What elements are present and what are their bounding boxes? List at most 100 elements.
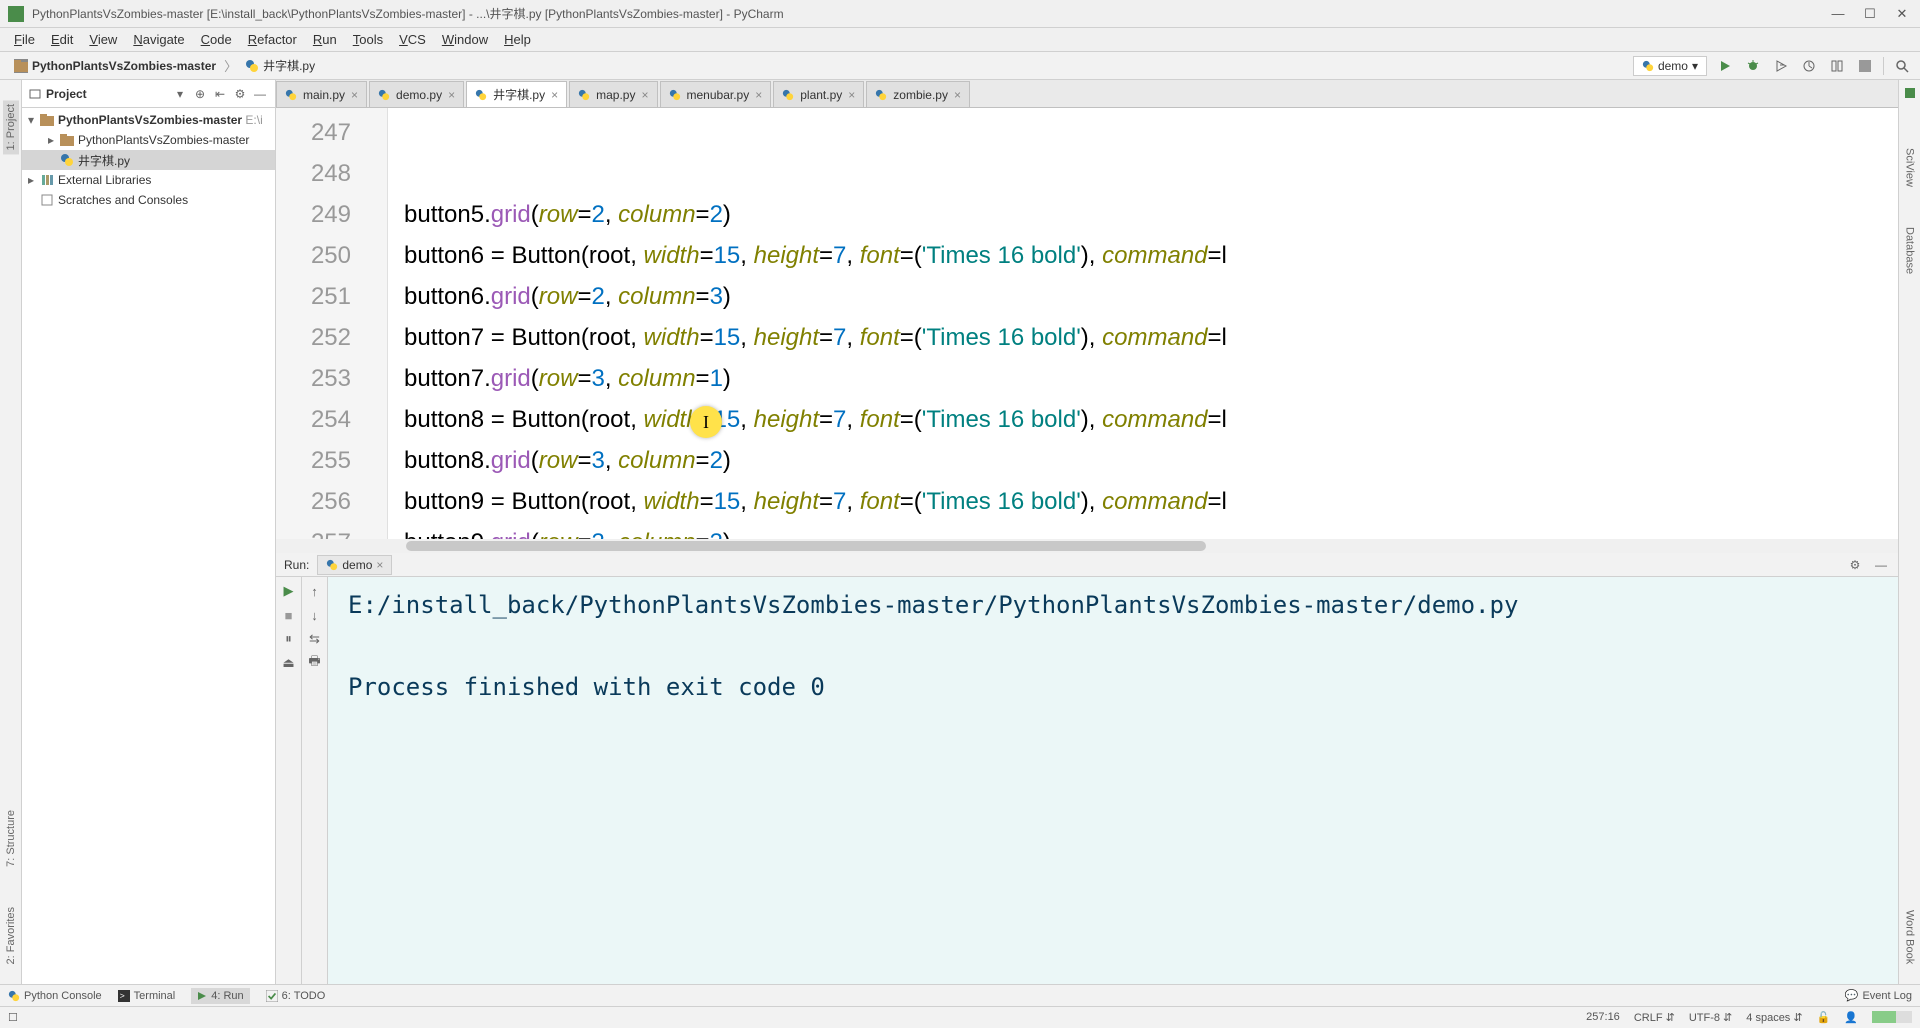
bottom-tool-terminal[interactable]: >Terminal (118, 990, 176, 1002)
code-line[interactable]: button7.grid(row=3, column=1) (404, 358, 1898, 399)
close-icon[interactable]: × (755, 88, 762, 102)
search-everywhere-button[interactable] (1892, 56, 1912, 76)
code-line[interactable]: button6 = Button(root, width=15, height=… (404, 235, 1898, 276)
line-number[interactable]: 248 (276, 153, 351, 194)
bottom-tool-run[interactable]: 4: Run (191, 988, 249, 1004)
code-line[interactable]: button9.grid(row=3, column=3) (404, 522, 1898, 539)
editor-tab[interactable]: menubar.py× (660, 81, 772, 107)
run-button[interactable] (1715, 56, 1735, 76)
line-number[interactable]: 254 (276, 399, 351, 440)
line-number[interactable]: 257 (276, 522, 351, 539)
close-icon[interactable]: × (376, 558, 383, 572)
bottom-tool-todo[interactable]: 6: TODO (266, 990, 326, 1002)
stop-button[interactable] (1855, 56, 1875, 76)
editor-tab[interactable]: demo.py× (369, 81, 464, 107)
settings-button[interactable]: ⚙ (231, 85, 249, 103)
sciview-tool-tab[interactable]: SciView (1904, 148, 1916, 187)
collapse-all-button[interactable]: ⇤ (211, 85, 229, 103)
menu-file[interactable]: File (6, 30, 43, 49)
debug-button[interactable] (1743, 56, 1763, 76)
line-number[interactable]: 250 (276, 235, 351, 276)
minimize-button[interactable]: — (1828, 4, 1848, 24)
run-settings-button[interactable]: ⚙ (1846, 556, 1864, 574)
tool-window-quick-access-icon[interactable]: ☐ (8, 1011, 18, 1024)
scroll-from-source-button[interactable]: ⊕ (191, 85, 209, 103)
rerun-button[interactable]: ▶ (279, 581, 299, 601)
line-number[interactable]: 256 (276, 481, 351, 522)
coverage-button[interactable] (1771, 56, 1791, 76)
line-number[interactable]: 249 (276, 194, 351, 235)
editor-tab[interactable]: 井字棋.py× (466, 81, 567, 107)
tree-row[interactable]: 井字棋.py (22, 150, 275, 170)
run-hide-button[interactable]: — (1872, 556, 1890, 574)
tree-arrow-icon[interactable]: ▸ (26, 173, 36, 187)
stop-run-button[interactable]: ■ (279, 605, 299, 625)
code-line[interactable]: button5.grid(row=2, column=2) (404, 194, 1898, 235)
menu-tools[interactable]: Tools (345, 30, 391, 49)
menu-navigate[interactable]: Navigate (125, 30, 192, 49)
down-button[interactable]: ↓ (305, 605, 325, 625)
concurrency-button[interactable] (1827, 56, 1847, 76)
structure-tool-tab[interactable]: 7: Structure (5, 810, 17, 867)
close-icon[interactable]: × (848, 88, 855, 102)
up-button[interactable]: ↑ (305, 581, 325, 601)
cursor-position[interactable]: 257:16 (1586, 1011, 1620, 1024)
print-button[interactable]: 🖶 (305, 653, 325, 673)
line-number[interactable]: 255 (276, 440, 351, 481)
line-gutter[interactable]: 247248249250251252253254255256257 (276, 108, 388, 539)
code-line[interactable]: button8.grid(row=3, column=2) (404, 440, 1898, 481)
code-content[interactable]: button5.grid(row=2, column=2)button6 = B… (388, 108, 1898, 539)
horizontal-scrollbar[interactable] (276, 539, 1898, 553)
menu-refactor[interactable]: Refactor (240, 30, 305, 49)
database-tool-tab[interactable]: Database (1904, 227, 1916, 274)
line-number[interactable]: 247 (276, 112, 351, 153)
hide-button[interactable]: — (251, 85, 269, 103)
maximize-button[interactable]: ☐ (1860, 4, 1880, 24)
file-encoding[interactable]: UTF-8 ⇵ (1689, 1011, 1732, 1024)
read-only-toggle-icon[interactable]: 🔓 (1817, 1011, 1831, 1024)
line-number[interactable]: 251 (276, 276, 351, 317)
profile-button[interactable] (1799, 56, 1819, 76)
line-number[interactable]: 252 (276, 317, 351, 358)
soft-wrap-button[interactable]: ⇆ (305, 629, 325, 649)
project-tool-tab[interactable]: 1: Project (3, 100, 19, 154)
menu-help[interactable]: Help (496, 30, 539, 49)
editor-tab[interactable]: map.py× (569, 81, 657, 107)
run-config-selector[interactable]: demo ▾ (1633, 56, 1707, 76)
line-separator[interactable]: CRLF ⇵ (1634, 1011, 1675, 1024)
line-number[interactable]: 253 (276, 358, 351, 399)
breadcrumb-file[interactable]: 井字棋.py (239, 55, 321, 76)
close-icon[interactable]: × (954, 88, 961, 102)
chevron-down-icon[interactable]: ▾ (177, 87, 183, 101)
code-line[interactable]: button7 = Button(root, width=15, height=… (404, 317, 1898, 358)
editor-tab[interactable]: zombie.py× (866, 81, 970, 107)
close-icon[interactable]: × (351, 88, 358, 102)
exit-button[interactable]: ⏏ (279, 653, 299, 673)
breadcrumb-project[interactable]: PythonPlantsVsZombies-master (8, 57, 222, 75)
menu-run[interactable]: Run (305, 30, 345, 49)
menu-vcs[interactable]: VCS (391, 30, 434, 49)
editor-tab[interactable]: main.py× (276, 81, 367, 107)
code-editor[interactable]: 247248249250251252253254255256257 button… (276, 108, 1898, 539)
code-line[interactable]: button6.grid(row=2, column=3) (404, 276, 1898, 317)
project-tree[interactable]: ▾PythonPlantsVsZombies-master E:\i▸Pytho… (22, 108, 275, 984)
close-icon[interactable]: × (448, 88, 455, 102)
menu-edit[interactable]: Edit (43, 30, 81, 49)
tree-row[interactable]: ▸External Libraries (22, 170, 275, 190)
menu-window[interactable]: Window (434, 30, 496, 49)
editor-tab[interactable]: plant.py× (773, 81, 864, 107)
tree-row[interactable]: ▸PythonPlantsVsZombies-master (22, 130, 275, 150)
close-button[interactable]: ✕ (1892, 4, 1912, 24)
tree-row[interactable]: Scratches and Consoles (22, 190, 275, 210)
menu-view[interactable]: View (81, 30, 125, 49)
memory-indicator[interactable] (1872, 1011, 1912, 1023)
code-line[interactable]: button9 = Button(root, width=15, height=… (404, 481, 1898, 522)
menu-code[interactable]: Code (193, 30, 240, 49)
bottom-tool-python[interactable]: Python Console (8, 990, 102, 1002)
close-icon[interactable]: × (641, 88, 648, 102)
tree-row[interactable]: ▾PythonPlantsVsZombies-master E:\i (22, 110, 275, 130)
wordbook-tool-tab[interactable]: Word Book (1904, 910, 1916, 964)
pause-button[interactable]: ⏸ (279, 629, 299, 649)
tree-arrow-icon[interactable]: ▾ (26, 113, 36, 127)
favorites-tool-tab[interactable]: 2: Favorites (5, 907, 17, 964)
